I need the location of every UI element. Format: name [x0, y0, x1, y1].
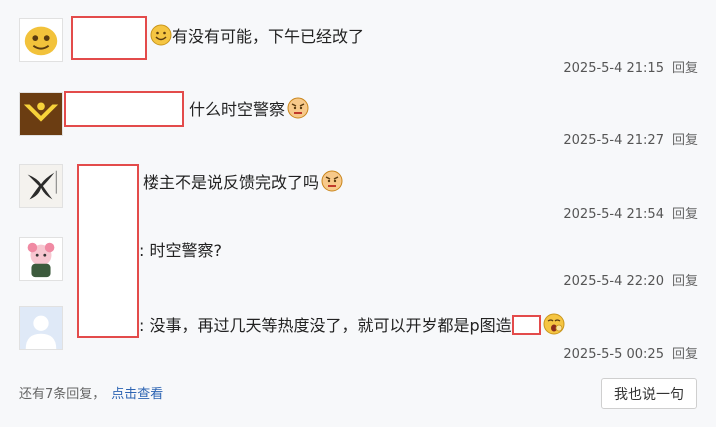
reply-button[interactable]: 回复	[672, 61, 698, 76]
reply-time: 2025-5-5 00:25	[563, 347, 664, 362]
reply-text: 楼主不是说反馈完改了吗	[143, 173, 320, 192]
say-something-button[interactable]: 我也说一句	[601, 378, 697, 409]
view-more-link[interactable]: 点击查看	[111, 387, 163, 402]
yawn-emoji-icon	[543, 313, 565, 335]
reply-text: : 时空警察?	[139, 241, 222, 260]
reply-button[interactable]: 回复	[672, 347, 698, 362]
reply-button[interactable]: 回复	[672, 274, 698, 289]
reply-time: 2025-5-4 22:20	[563, 274, 664, 289]
angry-emoji-icon	[321, 170, 343, 192]
reply-button[interactable]: 回复	[672, 133, 698, 148]
redacted-username	[71, 16, 147, 60]
reply-text: 有没有可能，下午已经改了	[172, 27, 365, 46]
more-replies-text: 还有7条回复，	[19, 387, 106, 402]
redacted-text	[511, 315, 541, 335]
reply-text: : 没事，再过几天等热度没了，就可以开岁都是p图造	[139, 316, 512, 335]
reply-time: 2025-5-4 21:54	[563, 207, 664, 222]
more-replies: 还有7条回复， 点击查看	[19, 383, 163, 402]
avatar[interactable]	[19, 237, 63, 281]
avatar[interactable]	[19, 18, 63, 62]
avatar[interactable]	[19, 306, 63, 350]
reply-text: 什么时空警察	[189, 100, 286, 119]
reply-time: 2025-5-4 21:15	[563, 61, 664, 76]
avatar[interactable]	[19, 164, 63, 208]
smile-emoji-icon	[150, 24, 172, 46]
reply-time: 2025-5-4 21:27	[563, 133, 664, 148]
redacted-username	[64, 91, 184, 127]
angry-emoji-icon	[287, 97, 309, 119]
redacted-username	[77, 164, 139, 338]
avatar[interactable]	[19, 92, 63, 136]
reply-button[interactable]: 回复	[672, 207, 698, 222]
